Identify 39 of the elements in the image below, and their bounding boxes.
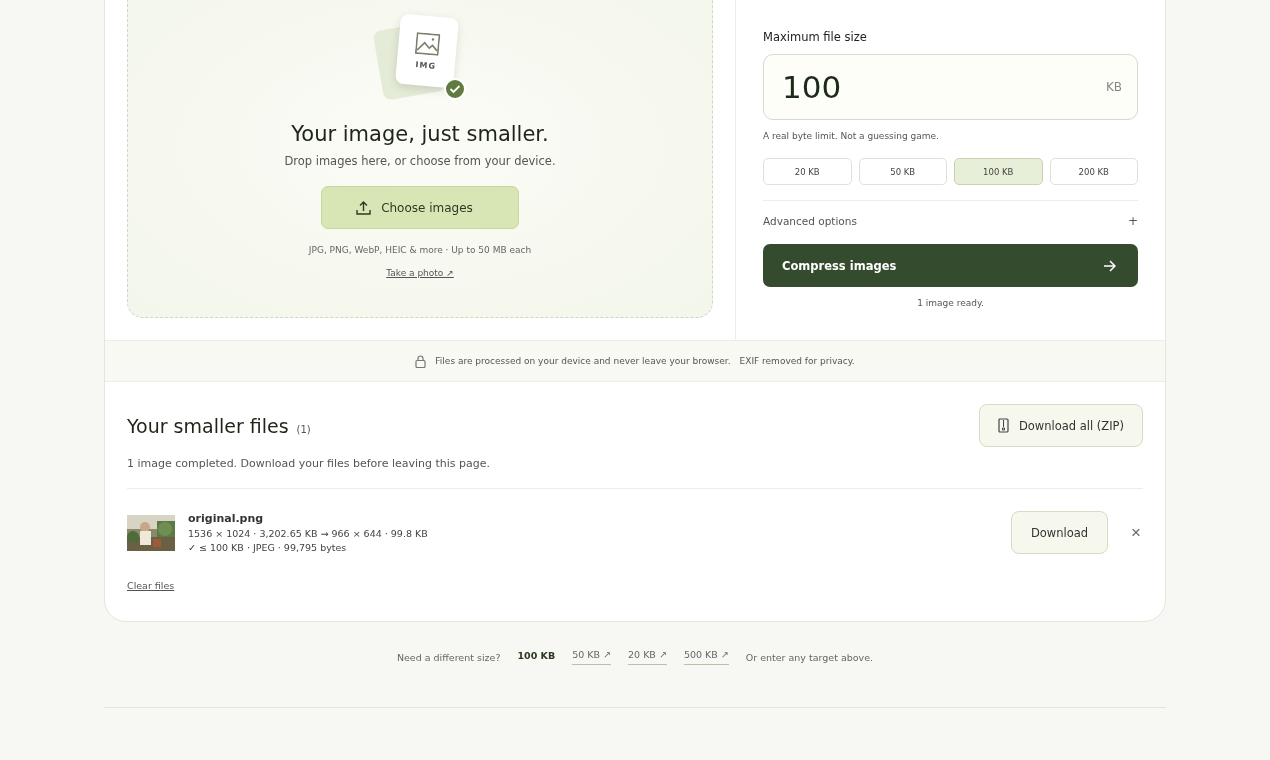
lock-icon — [415, 354, 427, 368]
preset-button[interactable]: 200 KB — [1049, 158, 1138, 185]
formats-note: JPG, PNG, WebP, HEIC & more · Up to 50 MB each — [308, 245, 532, 255]
choose-images-button[interactable]: Choose images — [321, 186, 519, 229]
size-link[interactable]: 500 KB ↗ — [683, 649, 729, 665]
drop-zone[interactable]: IMG Your image, just smaller. Drop images here, or choose from your device. Choose images JPG, PNG, WebP, HEIC & more · Up to 50 MB each Take a photo ↗ — [127, 0, 713, 318]
file-result: ✓ ≤ 100 KB · JPEG · 99,795 bytes — [188, 542, 348, 553]
remove-button[interactable]: × — [1131, 522, 1141, 543]
results-title: Your smaller files — [127, 414, 289, 437]
upload-icon — [356, 200, 372, 215]
upload-subtitle: Drop images here, or choose from your device. — [284, 154, 556, 168]
download-all-button[interactable]: Download all (ZIP) — [978, 404, 1143, 447]
clear-files-link[interactable]: Clear files — [127, 580, 175, 591]
size-note: Or enter any target above. — [745, 651, 874, 663]
compress-button[interactable]: Compress images — [763, 244, 1138, 287]
preset-button[interactable]: 100 KB — [954, 158, 1043, 185]
arrow-right-icon — [1103, 259, 1116, 272]
advanced-options-toggle[interactable]: Advanced options + — [763, 200, 1138, 240]
image-file-drawing: IMG — [372, 16, 468, 100]
file-count: (1) — [296, 423, 311, 435]
field-label: Maximum file size — [763, 30, 868, 44]
take-photo-link[interactable]: Take a photo ↗ — [386, 268, 454, 278]
preset-button[interactable]: 20 KB — [763, 158, 852, 185]
results-summary: 1 image completed. Download your files before leaving this page. — [127, 457, 491, 470]
file-size-field[interactable]: 100 KB — [763, 54, 1138, 120]
download-button[interactable]: Download — [1010, 511, 1109, 554]
size-prompt: Need a different size? — [396, 651, 501, 663]
file-name: original.png — [188, 512, 265, 525]
exif-note: EXIF removed for privacy. — [739, 356, 855, 366]
privacy-text: Files are processed on your device and never leave your browser. — [435, 356, 731, 366]
status-text: 1 image ready. — [916, 298, 985, 308]
file-sizes: 1536 × 1024 · 3,202.65 KB → 966 × 644 · 99.8 KB — [188, 528, 429, 539]
size-link[interactable]: 50 KB ↗ — [572, 649, 612, 665]
upload-title: Your image, just smaller. — [291, 122, 549, 146]
size-link[interactable]: 100 KB — [517, 649, 556, 665]
preset-button[interactable]: 50 KB — [858, 158, 947, 185]
zip-file-icon — [997, 418, 1009, 433]
field-hint: A real byte limit. Not a guessing game. — [763, 131, 940, 141]
size-link[interactable]: 20 KB ↗ — [628, 649, 667, 665]
